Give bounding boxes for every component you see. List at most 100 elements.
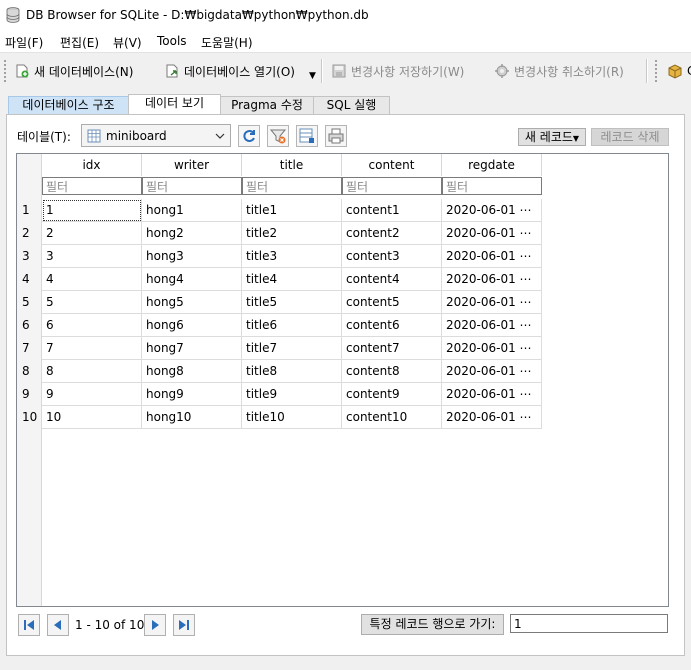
- new-record-button[interactable]: 새 레코드▼: [518, 128, 586, 146]
- row-number[interactable]: 6: [17, 314, 41, 337]
- table-cell[interactable]: content2: [342, 222, 442, 245]
- row-number[interactable]: 10: [17, 406, 41, 429]
- table-cell[interactable]: 6: [42, 314, 142, 337]
- execute-sql-button[interactable]: C: [667, 61, 691, 81]
- table-cell[interactable]: 3: [42, 245, 142, 268]
- menu-tools[interactable]: Tools: [157, 34, 187, 48]
- table-cell[interactable]: title8: [242, 360, 342, 383]
- row-number[interactable]: 7: [17, 337, 41, 360]
- table-cell[interactable]: content10: [342, 406, 442, 429]
- table-cell[interactable]: 10: [42, 406, 142, 429]
- table-cell[interactable]: hong9: [142, 383, 242, 406]
- refresh-button[interactable]: [238, 125, 260, 147]
- toolbar-grip[interactable]: [4, 60, 9, 82]
- column-filter-input[interactable]: 필터: [242, 177, 342, 195]
- previous-record-button[interactable]: [47, 614, 69, 636]
- table-cell[interactable]: title1: [242, 199, 342, 222]
- table-cell[interactable]: 8: [42, 360, 142, 383]
- tab-execute-sql[interactable]: SQL 실행: [313, 96, 390, 114]
- table-cell[interactable]: title2: [242, 222, 342, 245]
- table-cell[interactable]: 2020-06-01 ⋯: [442, 314, 542, 337]
- column-filter-input[interactable]: 필터: [142, 177, 242, 195]
- delete-record-button[interactable]: 레코드 삭제: [591, 128, 669, 146]
- column-filter-input[interactable]: 필터: [42, 177, 142, 195]
- table-cell[interactable]: 2020-06-01 ⋯: [442, 406, 542, 429]
- column-filter-input[interactable]: 필터: [442, 177, 542, 195]
- table-cell[interactable]: title6: [242, 314, 342, 337]
- table-cell[interactable]: title4: [242, 268, 342, 291]
- table-cell[interactable]: content6: [342, 314, 442, 337]
- table-cell[interactable]: title3: [242, 245, 342, 268]
- table-cell[interactable]: 2020-06-01 ⋯: [442, 360, 542, 383]
- table-cell[interactable]: content1: [342, 199, 442, 222]
- first-record-button[interactable]: [18, 614, 40, 636]
- data-grid[interactable]: idx 필터 writer 필터 title 필터 content 필터 regdate 필터 1 1…: [16, 153, 669, 607]
- revert-changes-button[interactable]: 변경사항 취소하기(R): [494, 61, 624, 81]
- row-number[interactable]: 3: [17, 245, 41, 268]
- tab-edit-pragmas[interactable]: Pragma 수정: [220, 96, 314, 114]
- table-cell[interactable]: content9: [342, 383, 442, 406]
- table-cell[interactable]: hong5: [142, 291, 242, 314]
- table-cell[interactable]: 5: [42, 291, 142, 314]
- tab-browse-data[interactable]: 데이터 보기: [128, 94, 221, 115]
- table-cell[interactable]: hong8: [142, 360, 242, 383]
- save-table-as-button[interactable]: [296, 125, 318, 147]
- table-cell[interactable]: content7: [342, 337, 442, 360]
- table-cell[interactable]: 2: [42, 222, 142, 245]
- table-cell[interactable]: 9: [42, 383, 142, 406]
- table-cell[interactable]: title5: [242, 291, 342, 314]
- table-cell[interactable]: 2020-06-01 ⋯: [442, 245, 542, 268]
- write-changes-button[interactable]: 변경사항 저장하기(W): [331, 61, 464, 81]
- open-dropdown-arrow-icon[interactable]: ▼: [309, 71, 316, 81]
- last-record-button[interactable]: [173, 614, 195, 636]
- clear-filters-button[interactable]: [267, 125, 289, 147]
- table-cell[interactable]: title9: [242, 383, 342, 406]
- column-filter-input[interactable]: 필터: [342, 177, 442, 195]
- table-cell[interactable]: 7: [42, 337, 142, 360]
- table-cell[interactable]: hong7: [142, 337, 242, 360]
- menu-help[interactable]: 도움말(H): [201, 34, 253, 51]
- table-cell[interactable]: 1: [42, 199, 142, 222]
- row-number[interactable]: 8: [17, 360, 41, 383]
- print-button[interactable]: [325, 125, 347, 147]
- menu-file[interactable]: 파일(F): [5, 34, 43, 51]
- column-header[interactable]: idx: [42, 154, 142, 176]
- table-cell[interactable]: 2020-06-01 ⋯: [442, 268, 542, 291]
- menu-edit[interactable]: 편집(E): [60, 34, 99, 51]
- new-database-button[interactable]: 새 데이터베이스(N): [14, 61, 133, 81]
- column-header[interactable]: content: [342, 154, 442, 176]
- table-cell[interactable]: 2020-06-01 ⋯: [442, 291, 542, 314]
- menu-view[interactable]: 뷰(V): [113, 34, 142, 51]
- table-cell[interactable]: hong1: [142, 199, 242, 222]
- table-cell[interactable]: 2020-06-01 ⋯: [442, 199, 542, 222]
- row-number[interactable]: 2: [17, 222, 41, 245]
- row-number[interactable]: 4: [17, 268, 41, 291]
- table-cell[interactable]: hong4: [142, 268, 242, 291]
- table-cell[interactable]: content8: [342, 360, 442, 383]
- row-number[interactable]: 1: [17, 199, 41, 222]
- column-header[interactable]: writer: [142, 154, 242, 176]
- table-cell[interactable]: content4: [342, 268, 442, 291]
- table-cell[interactable]: title7: [242, 337, 342, 360]
- table-cell[interactable]: 4: [42, 268, 142, 291]
- row-number[interactable]: 9: [17, 383, 41, 406]
- table-select[interactable]: miniboard: [81, 124, 231, 147]
- table-cell[interactable]: 2020-06-01 ⋯: [442, 222, 542, 245]
- next-record-button[interactable]: [144, 614, 166, 636]
- table-cell[interactable]: content5: [342, 291, 442, 314]
- open-database-button[interactable]: 데이터베이스 열기(O): [164, 61, 295, 81]
- row-number[interactable]: 5: [17, 291, 41, 314]
- goto-record-button[interactable]: 특정 레코드 행으로 가기:: [361, 614, 504, 635]
- table-cell[interactable]: title10: [242, 406, 342, 429]
- table-cell[interactable]: hong10: [142, 406, 242, 429]
- table-cell[interactable]: hong3: [142, 245, 242, 268]
- table-cell[interactable]: hong2: [142, 222, 242, 245]
- table-cell[interactable]: hong6: [142, 314, 242, 337]
- toolbar-grip[interactable]: [655, 60, 660, 82]
- table-cell[interactable]: 2020-06-01 ⋯: [442, 383, 542, 406]
- column-header[interactable]: title: [242, 154, 342, 176]
- table-cell[interactable]: content3: [342, 245, 442, 268]
- tab-database-structure[interactable]: 데이터베이스 구조: [8, 96, 129, 114]
- goto-record-input[interactable]: 1: [510, 614, 668, 633]
- table-cell[interactable]: 2020-06-01 ⋯: [442, 337, 542, 360]
